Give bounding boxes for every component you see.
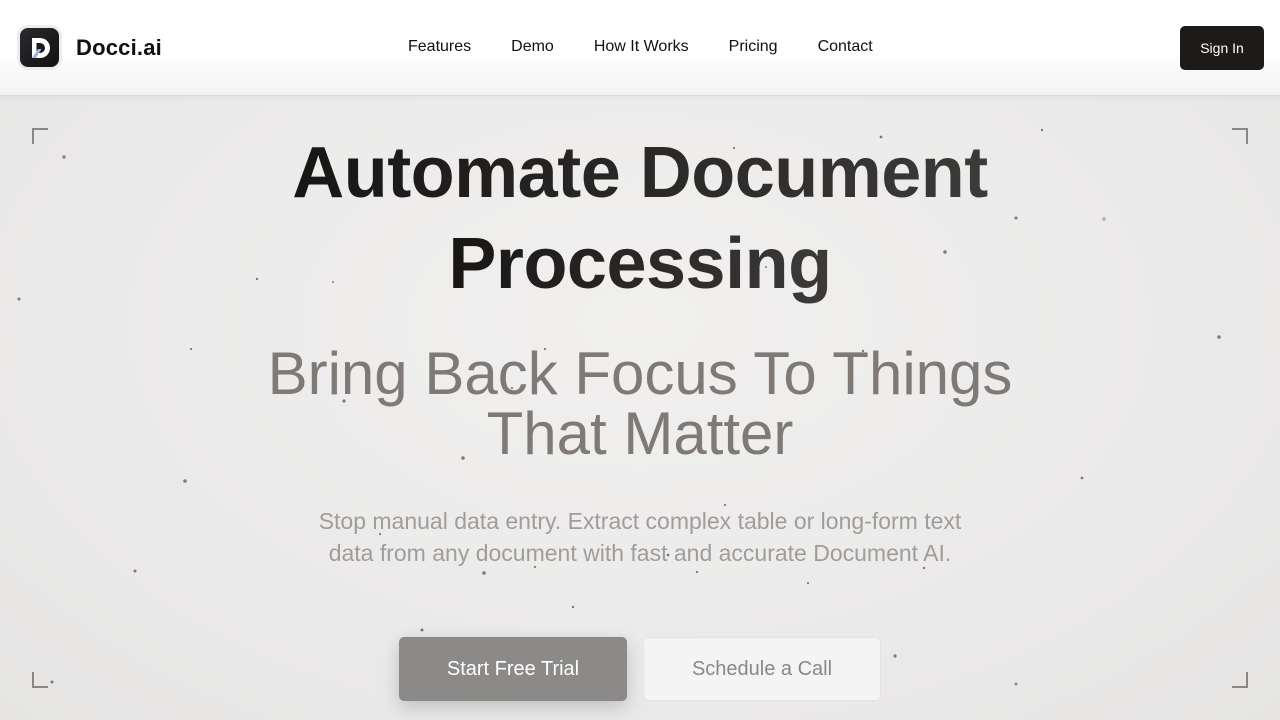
hero-headline-line-2: Processing — [448, 224, 832, 304]
main-nav: Features Demo How It Works Pricing Conta… — [408, 38, 913, 56]
start-free-trial-button[interactable]: Start Free Trial — [399, 637, 627, 701]
corner-bracket-bottom-left — [32, 672, 48, 688]
hero-headline-line-1: Automate Document — [292, 133, 988, 213]
nav-link-features[interactable]: Features — [408, 38, 471, 56]
brand-name: Docci.ai — [76, 34, 162, 60]
nav-link-how-it-works[interactable]: How It Works — [594, 38, 689, 56]
brand-logo-link[interactable]: Docci.ai — [20, 28, 162, 67]
hero-subheadline: Bring Back Focus To Things That Matter — [0, 344, 1280, 464]
site-header: Docci.ai Features Demo How It Works Pric… — [0, 0, 1280, 96]
docci-d-logo-icon — [20, 28, 59, 67]
hero-description: Stop manual data entry. Extract complex … — [0, 505, 1280, 569]
hero-headline: Automate Document Processing — [0, 128, 1280, 310]
schedule-call-button[interactable]: Schedule a Call — [643, 637, 881, 701]
nav-link-pricing[interactable]: Pricing — [729, 38, 778, 56]
hero-subheadline-line-1: Bring Back Focus To Things — [267, 340, 1013, 407]
hero-subheadline-line-2: That Matter — [486, 400, 794, 467]
nav-link-demo[interactable]: Demo — [511, 38, 554, 56]
hero-description-line-2: data from any document with fast and acc… — [328, 540, 952, 566]
landing-page: Docci.ai Features Demo How It Works Pric… — [0, 0, 1280, 720]
corner-bracket-bottom-right — [1232, 672, 1248, 688]
sign-in-button[interactable]: Sign In — [1180, 26, 1264, 70]
hero-description-line-1: Stop manual data entry. Extract complex … — [318, 508, 962, 534]
nav-link-contact[interactable]: Contact — [818, 38, 873, 56]
